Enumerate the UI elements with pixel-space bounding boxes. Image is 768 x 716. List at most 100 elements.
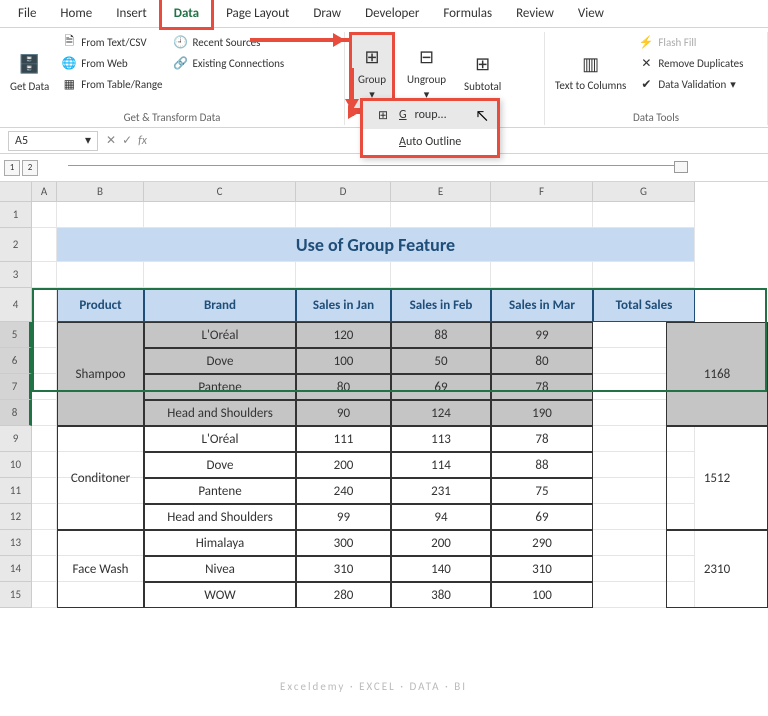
- row-5[interactable]: 5: [0, 322, 32, 348]
- col-A[interactable]: A: [32, 182, 57, 202]
- mar-cell[interactable]: 190: [491, 400, 593, 426]
- feb-cell[interactable]: 50: [391, 348, 491, 374]
- header-cell[interactable]: Brand: [144, 288, 296, 322]
- cell[interactable]: [491, 262, 593, 288]
- feb-cell[interactable]: 200: [391, 530, 491, 556]
- feb-cell[interactable]: 88: [391, 322, 491, 348]
- row-13[interactable]: 13: [0, 530, 32, 556]
- row-3[interactable]: 3: [0, 262, 32, 288]
- brand-cell[interactable]: L'Oréal: [144, 426, 296, 452]
- mar-cell[interactable]: 80: [491, 348, 593, 374]
- tab-home[interactable]: Home: [48, 0, 104, 27]
- col-G[interactable]: G: [593, 182, 695, 202]
- mar-cell[interactable]: 78: [491, 426, 593, 452]
- brand-cell[interactable]: Dove: [144, 348, 296, 374]
- brand-cell[interactable]: Pantene: [144, 374, 296, 400]
- data-validation-button[interactable]: ✔Data Validation ▾: [634, 74, 747, 94]
- tab-insert[interactable]: Insert: [104, 0, 159, 27]
- brand-cell[interactable]: Head and Shoulders: [144, 400, 296, 426]
- product-cell[interactable]: Conditoner: [57, 426, 144, 530]
- feb-cell[interactable]: 124: [391, 400, 491, 426]
- brand-cell[interactable]: WOW: [144, 582, 296, 608]
- mar-cell[interactable]: 99: [491, 322, 593, 348]
- outline-level-1[interactable]: 1: [4, 160, 20, 176]
- row-10[interactable]: 10: [0, 452, 32, 478]
- cell[interactable]: [32, 452, 57, 478]
- flash-fill-button[interactable]: ⚡Flash Fill: [634, 32, 747, 52]
- mar-cell[interactable]: 78: [491, 374, 593, 400]
- cell[interactable]: [593, 262, 695, 288]
- row-6[interactable]: 6: [0, 348, 32, 374]
- jan-cell[interactable]: 100: [296, 348, 391, 374]
- cell[interactable]: [32, 322, 57, 348]
- feb-cell[interactable]: 231: [391, 478, 491, 504]
- tab-review[interactable]: Review: [504, 0, 566, 27]
- remove-duplicates-button[interactable]: ✕Remove Duplicates: [634, 53, 747, 73]
- mar-cell[interactable]: 75: [491, 478, 593, 504]
- row-11[interactable]: 11: [0, 478, 32, 504]
- mar-cell[interactable]: 290: [491, 530, 593, 556]
- tab-view[interactable]: View: [566, 0, 616, 27]
- brand-cell[interactable]: Head and Shoulders: [144, 504, 296, 530]
- brand-cell[interactable]: Himalaya: [144, 530, 296, 556]
- cell[interactable]: [32, 374, 57, 400]
- col-F[interactable]: F: [491, 182, 593, 202]
- mar-cell[interactable]: 88: [491, 452, 593, 478]
- jan-cell[interactable]: 240: [296, 478, 391, 504]
- mar-cell[interactable]: 100: [491, 582, 593, 608]
- feb-cell[interactable]: 114: [391, 452, 491, 478]
- jan-cell[interactable]: 200: [296, 452, 391, 478]
- cell[interactable]: [32, 228, 57, 262]
- cell[interactable]: [296, 202, 391, 228]
- from-web-button[interactable]: 🌐From Web: [57, 53, 166, 73]
- cell[interactable]: [57, 262, 144, 288]
- cell[interactable]: [32, 400, 57, 426]
- row-1[interactable]: 1: [0, 202, 32, 228]
- jan-cell[interactable]: 310: [296, 556, 391, 582]
- total-cell[interactable]: 2310: [666, 530, 768, 608]
- from-table-button[interactable]: ▦From Table/Range: [57, 74, 166, 94]
- cell[interactable]: [391, 202, 491, 228]
- tab-draw[interactable]: Draw: [301, 0, 353, 27]
- text-to-columns-button[interactable]: ▥ Text to Columns: [549, 32, 632, 111]
- jan-cell[interactable]: 120: [296, 322, 391, 348]
- cell[interactable]: [32, 556, 57, 582]
- product-cell[interactable]: Face Wash: [57, 530, 144, 608]
- cell[interactable]: [32, 262, 57, 288]
- jan-cell[interactable]: 80: [296, 374, 391, 400]
- jan-cell[interactable]: 300: [296, 530, 391, 556]
- col-C[interactable]: C: [144, 182, 296, 202]
- header-cell[interactable]: Product: [57, 288, 144, 322]
- brand-cell[interactable]: Dove: [144, 452, 296, 478]
- brand-cell[interactable]: L'Oréal: [144, 322, 296, 348]
- recent-sources-button[interactable]: 🕘Recent Sources: [168, 32, 288, 52]
- mar-cell[interactable]: 69: [491, 504, 593, 530]
- row-12[interactable]: 12: [0, 504, 32, 530]
- cell[interactable]: [32, 288, 57, 322]
- cell[interactable]: [144, 202, 296, 228]
- tab-pagelayout[interactable]: Page Layout: [214, 0, 301, 27]
- total-cell[interactable]: 1512: [666, 426, 768, 530]
- cell[interactable]: [32, 348, 57, 374]
- title-cell[interactable]: Use of Group Feature: [57, 228, 695, 262]
- formula-bar[interactable]: ✕✓fx: [106, 133, 147, 148]
- jan-cell[interactable]: 111: [296, 426, 391, 452]
- jan-cell[interactable]: 280: [296, 582, 391, 608]
- feb-cell[interactable]: 94: [391, 504, 491, 530]
- row-9[interactable]: 9: [0, 426, 32, 452]
- row-7[interactable]: 7: [0, 374, 32, 400]
- cell[interactable]: [491, 202, 593, 228]
- brand-cell[interactable]: Pantene: [144, 478, 296, 504]
- row-14[interactable]: 14: [0, 556, 32, 582]
- cell[interactable]: [593, 202, 695, 228]
- col-B[interactable]: B: [57, 182, 144, 202]
- outline-level-2[interactable]: 2: [22, 160, 38, 176]
- row-2[interactable]: 2: [0, 228, 32, 262]
- header-cell[interactable]: Sales in Mar: [491, 288, 593, 322]
- jan-cell[interactable]: 90: [296, 400, 391, 426]
- header-cell[interactable]: Total Sales: [593, 288, 695, 322]
- cell[interactable]: [32, 504, 57, 530]
- feb-cell[interactable]: 69: [391, 374, 491, 400]
- jan-cell[interactable]: 99: [296, 504, 391, 530]
- name-box[interactable]: A5▾: [8, 131, 98, 151]
